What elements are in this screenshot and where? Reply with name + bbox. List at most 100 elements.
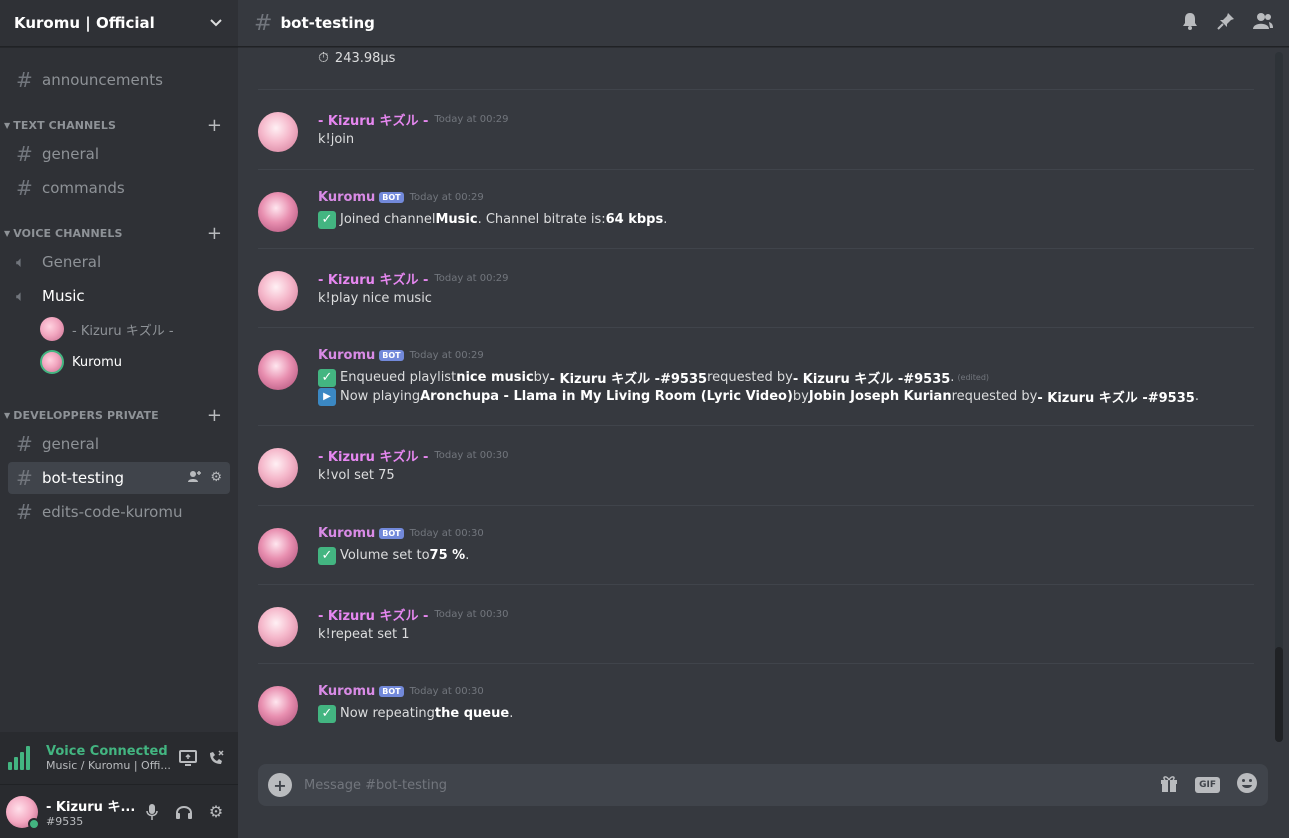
chevron-down-icon[interactable] bbox=[208, 15, 224, 31]
headphones-icon[interactable] bbox=[168, 796, 200, 828]
speaker-icon: 🔈︎ bbox=[16, 253, 26, 271]
bot-badge: BOT bbox=[379, 350, 404, 361]
timestamp: Today at 00:30 bbox=[409, 528, 484, 539]
channel-sidebar: Kuromu | Official # announcements ▼ TEXT… bbox=[0, 0, 238, 838]
message-text: ▶ Now playing Aronchupa - Llama in My Li… bbox=[318, 387, 1199, 406]
category-label: DEVELOPPERS PRIVATE bbox=[13, 408, 159, 422]
channel-label: Music bbox=[42, 287, 85, 305]
message-item[interactable]: - Kizuru キズル - Today at 00:29 k!join bbox=[258, 89, 1254, 168]
voice-channel-general[interactable]: 🔈︎ General bbox=[8, 246, 230, 278]
category-text-channels[interactable]: ▼ TEXT CHANNELS + bbox=[0, 115, 238, 136]
gift-icon[interactable] bbox=[1159, 773, 1179, 798]
bot-badge: BOT bbox=[379, 686, 404, 697]
message-author[interactable]: Kuromu bbox=[318, 684, 375, 699]
timestamp: Today at 00:29 bbox=[434, 114, 509, 125]
server-header[interactable]: Kuromu | Official bbox=[0, 0, 238, 47]
message-author[interactable]: - Kizuru キズル - bbox=[318, 110, 428, 129]
channel-commands[interactable]: # commands bbox=[8, 172, 230, 204]
channel-bot-testing[interactable]: # bot-testing ⚙ bbox=[8, 462, 230, 494]
check-mark-icon: ✓ bbox=[318, 368, 336, 387]
message-item[interactable]: - Kizuru キズル - Today at 00:30 k!repeat s… bbox=[258, 584, 1254, 663]
message-item[interactable]: Kuromu BOT Today at 00:29 ✓ Enqueued pla… bbox=[258, 327, 1254, 425]
voice-user-name: - Kizuru キズル - bbox=[72, 323, 174, 339]
message-input[interactable] bbox=[304, 777, 1160, 793]
gif-button[interactable]: GIF bbox=[1195, 777, 1220, 793]
hash-icon: # bbox=[16, 176, 33, 200]
add-channel-icon[interactable]: + bbox=[207, 405, 222, 426]
avatar[interactable] bbox=[6, 795, 40, 830]
voice-status[interactable]: Voice Connected bbox=[46, 744, 174, 759]
channel-label: announcements bbox=[42, 71, 163, 89]
user-info[interactable]: - Kizuru キ... #9535 bbox=[46, 796, 136, 828]
attach-plus-icon[interactable]: + bbox=[268, 773, 292, 797]
scrollbar[interactable] bbox=[1275, 52, 1283, 742]
check-mark-icon: ✓ bbox=[318, 210, 336, 229]
channel-header: # bot-testing bbox=[238, 0, 1289, 47]
add-channel-icon[interactable]: + bbox=[207, 115, 222, 136]
voice-user-name: Kuromu bbox=[72, 354, 123, 370]
category-voice-channels[interactable]: ▼ VOICE CHANNELS + bbox=[0, 223, 238, 244]
channel-edits-code-kuromu[interactable]: # edits-code-kuromu bbox=[8, 496, 230, 528]
avatar[interactable] bbox=[258, 112, 298, 152]
hash-icon: # bbox=[16, 68, 33, 92]
channel-label: general bbox=[42, 435, 100, 453]
message-author[interactable]: Kuromu bbox=[318, 348, 375, 363]
add-channel-icon[interactable]: + bbox=[207, 223, 222, 244]
disconnect-icon[interactable] bbox=[202, 744, 230, 772]
avatar[interactable] bbox=[258, 271, 298, 311]
channel-title: bot-testing bbox=[280, 14, 375, 32]
message-author[interactable]: - Kizuru キズル - bbox=[318, 446, 428, 465]
members-icon[interactable] bbox=[1253, 12, 1273, 35]
voice-channel-music[interactable]: 🔈︎ Music bbox=[8, 280, 230, 312]
avatar[interactable] bbox=[258, 448, 298, 488]
signal-icon[interactable] bbox=[8, 746, 38, 770]
channel-general[interactable]: # general bbox=[8, 138, 230, 170]
pin-icon[interactable] bbox=[1217, 12, 1235, 35]
avatar[interactable] bbox=[258, 528, 298, 568]
invite-icon[interactable] bbox=[188, 470, 202, 486]
message-item[interactable]: Kuromu BOT Today at 00:30 ✓ Now repeatin… bbox=[258, 663, 1254, 742]
bell-icon[interactable] bbox=[1181, 12, 1199, 35]
locked-hash-icon: # bbox=[254, 10, 273, 36]
channel-label: bot-testing bbox=[42, 469, 124, 487]
channel-label: General bbox=[42, 253, 102, 271]
server-name: Kuromu | Official bbox=[14, 14, 155, 32]
avatar[interactable] bbox=[258, 686, 298, 726]
message-item[interactable]: Kuromu BOT Today at 00:30 ✓ Volume set t… bbox=[258, 505, 1254, 584]
message-author[interactable]: - Kizuru キズル - bbox=[318, 605, 428, 624]
message-item[interactable]: Kuromu BOT Today at 00:29 ✓ Joined chann… bbox=[258, 169, 1254, 248]
category-developpers-private[interactable]: ▼ DEVELOPPERS PRIVATE + bbox=[0, 405, 238, 426]
message-author[interactable]: - Kizuru キズル - bbox=[318, 269, 428, 288]
message-text: ✓ Enqueued playlist nice music by - Kizu… bbox=[318, 368, 1199, 387]
channel-announcements[interactable]: # announcements bbox=[8, 64, 230, 96]
message-author[interactable]: Kuromu bbox=[318, 190, 375, 205]
message-author[interactable]: Kuromu bbox=[318, 526, 375, 541]
scrollbar-thumb[interactable] bbox=[1275, 647, 1283, 742]
message-item[interactable]: - Kizuru キズル - Today at 00:30 k!vol set … bbox=[258, 425, 1254, 504]
stopwatch-icon: ⏱ bbox=[318, 50, 329, 66]
message-text: k!repeat set 1 bbox=[318, 627, 410, 642]
screen-share-icon[interactable] bbox=[174, 744, 202, 772]
channel-dev-general[interactable]: # general bbox=[8, 428, 230, 460]
emoji-icon[interactable] bbox=[1236, 772, 1258, 799]
channel-label: commands bbox=[42, 179, 125, 197]
category-label: TEXT CHANNELS bbox=[13, 118, 117, 132]
avatar[interactable] bbox=[258, 350, 298, 390]
voice-channel-path[interactable]: Music / Kuromu | Offi... bbox=[46, 759, 174, 772]
hash-icon: # bbox=[16, 142, 33, 166]
microphone-icon[interactable] bbox=[136, 796, 168, 828]
avatar[interactable] bbox=[258, 607, 298, 647]
caret-down-icon: ▼ bbox=[4, 120, 11, 130]
avatar[interactable] bbox=[258, 192, 298, 232]
channel-list: # announcements ▼ TEXT CHANNELS + # gene… bbox=[0, 48, 238, 732]
voice-user-kizuru[interactable]: - Kizuru キズル - bbox=[40, 316, 174, 342]
settings-gear-icon[interactable]: ⚙ bbox=[200, 796, 232, 828]
avatar bbox=[40, 317, 64, 341]
message-item[interactable]: - Kizuru キズル - Today at 00:29 k!play nic… bbox=[258, 248, 1254, 327]
speaker-icon: 🔈︎ bbox=[16, 287, 26, 305]
message-list[interactable]: ⏱ 243.98µs - Kizuru キズル - Today at 00:29… bbox=[238, 48, 1289, 748]
gear-icon[interactable]: ⚙ bbox=[210, 470, 222, 486]
voice-user-kuromu[interactable]: Kuromu bbox=[40, 349, 122, 375]
play-icon: ▶ bbox=[318, 387, 336, 406]
username: - Kizuru キ... bbox=[46, 799, 136, 815]
